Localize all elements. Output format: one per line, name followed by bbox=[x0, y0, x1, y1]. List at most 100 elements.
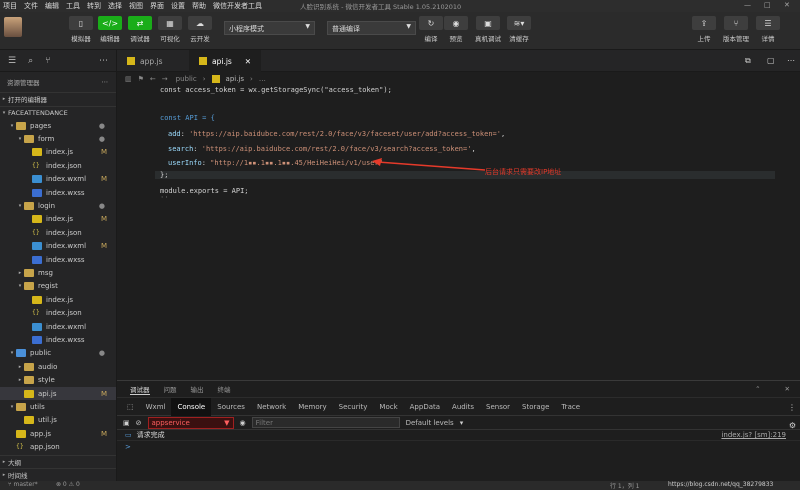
clear-console-icon[interactable]: ⊘ bbox=[136, 419, 142, 427]
back-icon[interactable]: ← bbox=[150, 75, 156, 83]
devtools-tab[interactable]: Mock bbox=[373, 398, 403, 416]
tab-app-js[interactable]: app.js bbox=[117, 50, 173, 72]
menu-item[interactable]: 帮助 bbox=[192, 1, 206, 11]
clear-cache-button[interactable]: ≋▾ 清缓存 bbox=[506, 16, 532, 43]
more-icon[interactable]: ⋯ bbox=[102, 78, 109, 86]
avatar[interactable] bbox=[4, 17, 22, 37]
close-icon[interactable]: ✕ bbox=[785, 385, 790, 393]
tree-item[interactable]: {} index.json bbox=[0, 226, 116, 239]
menu-item[interactable]: 工具 bbox=[66, 1, 80, 11]
cursor-position[interactable]: 行 1，列 1 bbox=[610, 481, 639, 490]
code-editor[interactable]: const access_token = wx.getStorageSync("… bbox=[117, 85, 800, 380]
tree-item[interactable]: {} index.json bbox=[0, 306, 116, 319]
eye-icon[interactable]: ◉ bbox=[240, 419, 246, 427]
tree-item[interactable]: ▸ style bbox=[0, 373, 116, 386]
tree-item[interactable]: index.wxss bbox=[0, 186, 116, 199]
list-icon[interactable]: ☰ bbox=[8, 56, 16, 66]
tree-item[interactable]: index.wxml M bbox=[0, 173, 116, 186]
open-editors-section[interactable]: ▸ 打开的编辑器 bbox=[0, 92, 116, 106]
inspect-icon[interactable]: ⬚ bbox=[121, 398, 140, 416]
devtools-tab[interactable]: Sources bbox=[211, 398, 251, 416]
outline-section[interactable]: ▸ 大纲 bbox=[0, 455, 116, 469]
details-button[interactable]: ☰ 详情 bbox=[756, 16, 780, 43]
problems-count[interactable]: ⊗ 0 ⚠ 0 bbox=[56, 481, 80, 488]
more-icon[interactable]: ⋮ bbox=[788, 403, 796, 412]
preview-button[interactable]: ◉ 预览 bbox=[444, 16, 468, 43]
search-icon[interactable]: ⌕ bbox=[28, 56, 33, 66]
levels-select[interactable]: Default levels bbox=[406, 419, 454, 427]
upload-button[interactable]: ⇪ 上传 bbox=[692, 16, 716, 43]
mode-select[interactable]: 小程序模式 ▼ bbox=[224, 21, 315, 35]
tab-terminal[interactable]: 终端 bbox=[218, 384, 231, 394]
tree-item[interactable]: ▾ public ● bbox=[0, 347, 116, 360]
devtools-tab[interactable]: Console bbox=[171, 397, 212, 416]
devtools-tab[interactable]: Storage bbox=[516, 398, 555, 416]
tree-item[interactable]: index.wxss bbox=[0, 253, 116, 266]
tree-item[interactable]: ▸ audio bbox=[0, 360, 116, 373]
close-icon[interactable]: ✕ bbox=[784, 1, 790, 9]
log-source-link[interactable]: index.js? [sm]:219 bbox=[721, 431, 786, 439]
tree-item[interactable]: ▾ form ● bbox=[0, 132, 116, 145]
tree-item[interactable]: ▾ utils bbox=[0, 400, 116, 413]
minimize-icon[interactable]: — bbox=[744, 1, 751, 9]
tree-item[interactable]: index.wxml M bbox=[0, 240, 116, 253]
tree-item[interactable]: index.js bbox=[0, 293, 116, 306]
tab-output[interactable]: 输出 bbox=[191, 384, 204, 394]
tab-api-js[interactable]: api.js ✕ bbox=[189, 50, 261, 72]
layout-icon[interactable]: ▢ bbox=[767, 56, 775, 65]
menu-item[interactable]: 视图 bbox=[129, 1, 143, 11]
menu-item[interactable]: 项目 bbox=[3, 1, 17, 11]
tab-debugger[interactable]: 调试器 bbox=[130, 384, 150, 395]
menu-item[interactable]: 文件 bbox=[24, 1, 38, 11]
console-prompt[interactable]: > bbox=[117, 441, 800, 452]
tree-item[interactable]: {} index.json bbox=[0, 159, 116, 172]
simulator-button[interactable]: ▯ 模拟器 bbox=[69, 16, 93, 43]
tree-item[interactable]: ▾ login ● bbox=[0, 199, 116, 212]
tree-item[interactable]: ▸ msg bbox=[0, 266, 116, 279]
tree-item[interactable]: index.js M bbox=[0, 146, 116, 159]
maximize-icon[interactable]: □ bbox=[764, 1, 771, 9]
tree-item[interactable]: {} app.json bbox=[0, 440, 116, 453]
branch-indicator[interactable]: ⑂ master* bbox=[8, 481, 38, 488]
compile-button[interactable]: ↻ 编译 bbox=[419, 16, 443, 43]
menu-item[interactable]: 界面 bbox=[150, 1, 164, 11]
editor-button[interactable]: </> 编辑器 bbox=[98, 16, 122, 43]
version-button[interactable]: ⑂ 版本管理 bbox=[720, 16, 752, 43]
real-debug-button[interactable]: ▣ 真机调试 bbox=[472, 16, 504, 43]
debugger-button[interactable]: ⇄ 调试器 bbox=[128, 16, 152, 43]
source-control-icon[interactable]: ⑂ bbox=[45, 56, 50, 66]
tree-item[interactable]: ▾ regist bbox=[0, 280, 116, 293]
devtools-tab[interactable]: Audits bbox=[446, 398, 480, 416]
menu-item[interactable]: 设置 bbox=[171, 1, 185, 11]
sidebar-toggle-icon[interactable]: ▣ bbox=[123, 419, 130, 427]
devtools-tab[interactable]: Memory bbox=[292, 398, 332, 416]
compile-select[interactable]: 普通编译 ▼ bbox=[327, 21, 416, 35]
filter-input[interactable]: Filter bbox=[251, 417, 400, 428]
tree-item[interactable]: app.js M bbox=[0, 427, 116, 440]
breadcrumb-folder[interactable]: public bbox=[176, 75, 197, 83]
menu-item[interactable]: 选择 bbox=[108, 1, 122, 11]
menu-item[interactable]: 转到 bbox=[87, 1, 101, 11]
tree-item[interactable]: index.wxml bbox=[0, 320, 116, 333]
split-icon[interactable]: ⧉ bbox=[745, 56, 751, 66]
tree-item[interactable]: index.wxss bbox=[0, 333, 116, 346]
gear-icon[interactable]: ⚙ bbox=[789, 421, 796, 430]
cloud-button[interactable]: ☁ 云开发 bbox=[188, 16, 212, 43]
split-editor-icon[interactable]: ▥ bbox=[125, 75, 132, 83]
tree-item[interactable]: ▾ pages ● bbox=[0, 119, 116, 132]
menu-item[interactable]: 微信开发者工具 bbox=[213, 1, 262, 11]
menu-item[interactable]: 编辑 bbox=[45, 1, 59, 11]
close-icon[interactable]: ✕ bbox=[245, 57, 251, 66]
devtools-tab[interactable]: AppData bbox=[404, 398, 446, 416]
timeline-section[interactable]: ▸ 时间线 bbox=[0, 468, 116, 482]
tree-item[interactable]: api.js M bbox=[0, 386, 116, 401]
devtools-tab[interactable]: Sensor bbox=[480, 398, 516, 416]
tree-item[interactable]: index.js M bbox=[0, 213, 116, 226]
context-select[interactable]: appservice ▼ bbox=[147, 416, 234, 429]
devtools-tab[interactable]: Network bbox=[251, 398, 292, 416]
devtools-tab[interactable]: Wxml bbox=[140, 398, 172, 416]
project-section[interactable]: ▾ FACEATTENDANCE bbox=[0, 105, 116, 120]
chevron-up-icon[interactable]: ⌃ bbox=[755, 385, 760, 393]
more-icon[interactable]: ⋯ bbox=[99, 56, 108, 66]
forward-icon[interactable]: → bbox=[162, 75, 168, 83]
